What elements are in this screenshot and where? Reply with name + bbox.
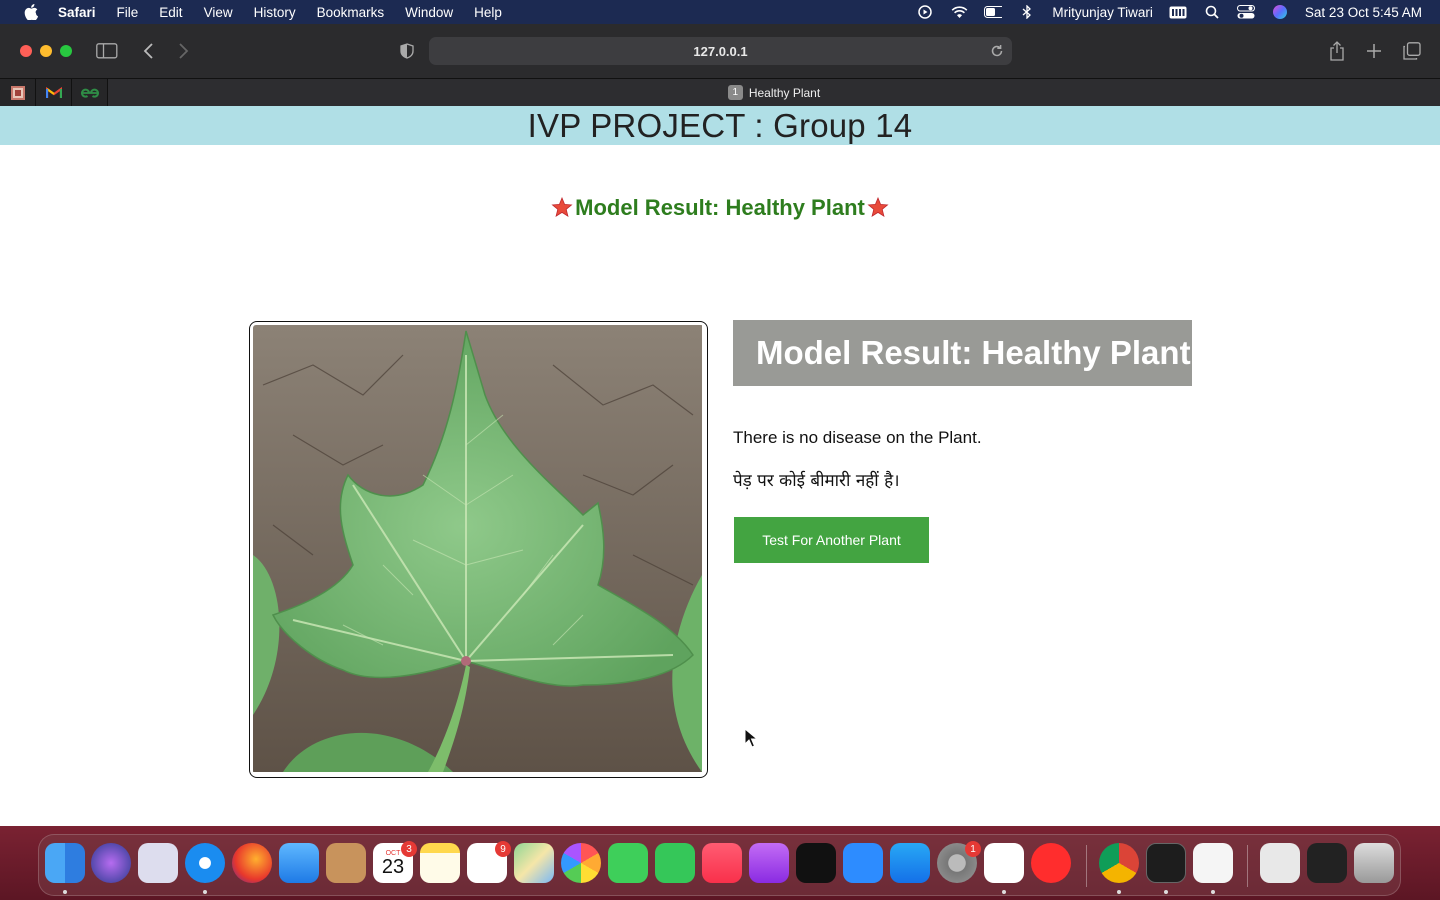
pinned-tab-gmail[interactable]: [36, 79, 72, 106]
page-viewport: IVP PROJECT : Group 14 Model Result: Hea…: [0, 106, 1440, 826]
menu-app-name[interactable]: Safari: [58, 5, 96, 20]
terminal-icon[interactable]: [1146, 843, 1186, 883]
result-box-text: Model Result: Healthy Plant: [756, 334, 1191, 371]
clock-datetime[interactable]: Sat 23 Oct 5:45 AM: [1305, 5, 1422, 20]
share-icon[interactable]: [1326, 40, 1348, 62]
menu-bookmarks[interactable]: Bookmarks: [317, 5, 385, 20]
page-title: IVP PROJECT : Group 14: [527, 106, 913, 144]
new-tab-icon[interactable]: [1363, 40, 1385, 62]
privacy-shield-icon[interactable]: [396, 40, 418, 62]
textedit-icon[interactable]: [1193, 843, 1233, 883]
geeksforgeeks-icon: [80, 88, 99, 98]
app-store-icon[interactable]: [890, 843, 930, 883]
maps-icon[interactable]: [514, 843, 554, 883]
dock: OCT 23 3 9 1: [38, 834, 1401, 896]
reload-icon[interactable]: [988, 42, 1006, 60]
preview-icon[interactable]: [1260, 843, 1300, 883]
star-icon: [551, 197, 573, 217]
apple-logo-icon[interactable]: [20, 4, 42, 20]
menu-history[interactable]: History: [254, 5, 296, 20]
menu-view[interactable]: View: [204, 5, 233, 20]
menu-bar: Safari File Edit View History Bookmarks …: [0, 0, 1440, 24]
battery-icon[interactable]: [984, 5, 1003, 19]
system-preferences-icon[interactable]: 1: [937, 841, 981, 883]
zoom-window-button[interactable]: [60, 45, 72, 57]
calendar-icon[interactable]: OCT 23 3: [373, 841, 417, 883]
tab-number-badge: 1: [727, 85, 743, 100]
spotlight-search-icon[interactable]: [1203, 5, 1221, 19]
menu-edit[interactable]: Edit: [159, 5, 182, 20]
apple-tv-icon[interactable]: [796, 843, 836, 883]
calendar-day: 23: [381, 855, 405, 878]
minimize-window-button[interactable]: [40, 45, 52, 57]
control-center-icon[interactable]: [1236, 5, 1255, 19]
mail-icon[interactable]: [279, 843, 319, 883]
address-bar[interactable]: 127.0.0.1: [429, 37, 1012, 65]
siri-dock-icon[interactable]: [91, 843, 131, 883]
trash-icon[interactable]: [1354, 843, 1394, 883]
safari-icon[interactable]: [185, 843, 225, 883]
menu-window[interactable]: Window: [405, 5, 453, 20]
reminders-icon[interactable]: 9: [467, 841, 511, 883]
page-header: IVP PROJECT : Group 14: [0, 106, 1440, 145]
pinned-tab-geeksforgeeks[interactable]: [72, 79, 108, 106]
chrome-icon[interactable]: [1099, 843, 1139, 883]
folder-icon[interactable]: [1307, 843, 1347, 883]
pinned-tab-site[interactable]: [0, 79, 36, 106]
settings-badge: 1: [965, 841, 981, 857]
menu-file[interactable]: File: [117, 5, 139, 20]
reminders-badge: 9: [495, 841, 511, 857]
play-circle-icon[interactable]: [916, 5, 934, 19]
star-icon: [867, 197, 889, 217]
desktop-bottom: OCT 23 3 9 1: [0, 826, 1440, 900]
finder-icon[interactable]: [45, 843, 85, 883]
result-description-english: There is no disease on the Plant.: [733, 428, 982, 447]
bluetooth-icon[interactable]: [1018, 5, 1036, 19]
messages-icon[interactable]: [608, 843, 648, 883]
user-name[interactable]: Mrityunjay Tiwari: [1052, 5, 1153, 20]
tab-title: Healthy Plant: [748, 85, 821, 100]
close-window-button[interactable]: [20, 45, 32, 57]
forward-icon[interactable]: [172, 40, 194, 62]
gmail-icon: [45, 86, 62, 98]
back-icon[interactable]: [138, 40, 160, 62]
keyboard-icon[interactable]: [1169, 5, 1187, 19]
music-icon[interactable]: [702, 843, 742, 883]
podcasts-icon[interactable]: [749, 843, 789, 883]
mouse-cursor-icon: [744, 728, 758, 748]
browser-toolbar: 127.0.0.1: [0, 24, 1440, 78]
sidebar-toggle-icon[interactable]: [96, 40, 118, 62]
plant-image-frame: [249, 321, 708, 778]
facetime-icon[interactable]: [655, 843, 695, 883]
launchpad-icon[interactable]: [138, 843, 178, 883]
test-another-plant-button[interactable]: Test For Another Plant: [734, 517, 929, 563]
calendar-badge: 3: [401, 841, 417, 857]
vscode-icon[interactable]: [984, 843, 1024, 883]
wifi-icon[interactable]: [950, 5, 968, 19]
url-text: 127.0.0.1: [693, 43, 748, 59]
tab-healthy-plant[interactable]: 1 Healthy Plant: [108, 79, 1440, 106]
tab-bar: 1 Healthy Plant: [0, 78, 1440, 106]
result-heading: Model Result: Healthy Plant: [0, 195, 1440, 221]
result-heading-text: Model Result: Healthy Plant: [575, 195, 865, 220]
site-favicon-icon: [10, 85, 25, 100]
plant-leaf-image: [253, 325, 704, 774]
zoom-icon[interactable]: [843, 843, 883, 883]
youtube-player-icon[interactable]: [1031, 843, 1071, 883]
notes-icon[interactable]: [420, 843, 460, 883]
siri-icon[interactable]: [1271, 5, 1289, 19]
menu-help[interactable]: Help: [474, 5, 502, 20]
result-description-hindi: पेड़ पर कोई बीमारी नहीं है।: [733, 471, 900, 491]
contacts-icon[interactable]: [326, 843, 366, 883]
tab-overview-icon[interactable]: [1401, 40, 1423, 62]
firefox-icon[interactable]: [232, 843, 272, 883]
photos-icon[interactable]: [561, 843, 601, 883]
result-box: Model Result: Healthy Plant: [733, 320, 1192, 386]
